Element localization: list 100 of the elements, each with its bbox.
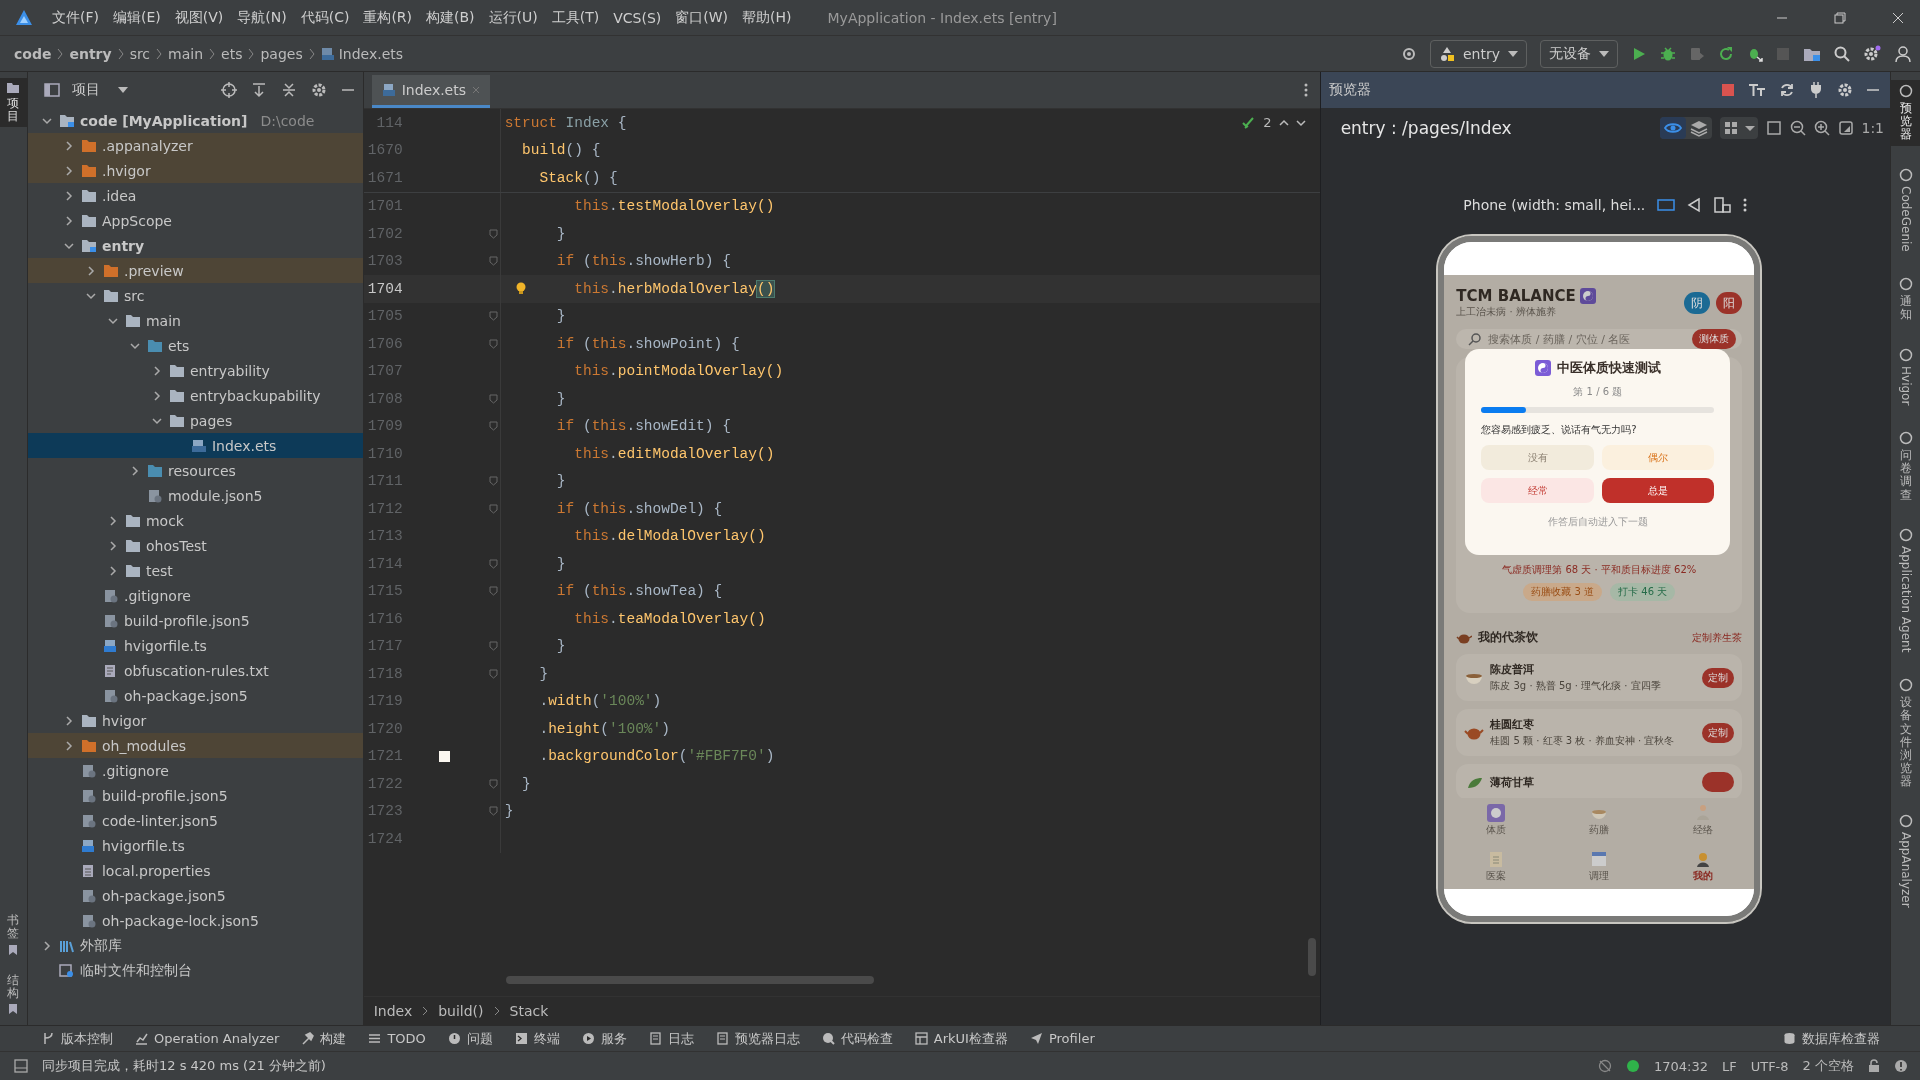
- test-button[interactable]: 测体质: [1692, 329, 1737, 349]
- tree-item[interactable]: hvigorfile.ts: [101, 837, 185, 854]
- tool-window-button[interactable]: Profiler: [1029, 1031, 1095, 1046]
- customize-tea-link[interactable]: 定制养生茶: [1692, 630, 1743, 645]
- expanded-chevron-icon[interactable]: [41, 115, 52, 126]
- search-icon[interactable]: [1834, 45, 1850, 62]
- scrollbar[interactable]: [1307, 938, 1316, 976]
- menu-item[interactable]: 窗口(W): [675, 8, 729, 27]
- breadcrumb-item[interactable]: ets: [221, 45, 243, 62]
- menu-item[interactable]: 运行(U): [488, 8, 538, 27]
- collapsed-chevron-icon[interactable]: [107, 540, 118, 551]
- tree-item[interactable]: oh-package.json5: [123, 687, 248, 704]
- tool-window-button[interactable]: 数据库检查器: [1783, 1029, 1920, 1048]
- check-icon[interactable]: [1242, 116, 1257, 129]
- target-icon[interactable]: [1400, 45, 1417, 62]
- tool-window-button[interactable]: 构建: [301, 1029, 347, 1048]
- font-size-icon[interactable]: [1748, 83, 1767, 97]
- collapsed-chevron-icon[interactable]: [151, 390, 162, 401]
- collapsed-chevron-icon[interactable]: [107, 515, 118, 526]
- customize-button[interactable]: [1702, 772, 1735, 792]
- alert-icon[interactable]: [1894, 1059, 1908, 1073]
- settings-icon[interactable]: [1863, 44, 1881, 63]
- tool-window-button[interactable]: 服务: [581, 1029, 627, 1048]
- tree-item[interactable]: oh_modules: [101, 737, 187, 754]
- tool-window-button[interactable]: 版本控制: [42, 1029, 113, 1048]
- crop-icon[interactable]: [1765, 120, 1782, 136]
- tool-window-button[interactable]: 结构: [0, 969, 27, 1019]
- breadcrumb-item[interactable]: Index.ets: [338, 45, 404, 62]
- collapsed-chevron-icon[interactable]: [63, 190, 74, 201]
- tree-item[interactable]: module.json5: [167, 487, 263, 504]
- back-icon[interactable]: [1687, 197, 1702, 213]
- mode-badge[interactable]: 阴: [1684, 292, 1711, 314]
- refresh-icon[interactable]: [1779, 82, 1796, 98]
- breadcrumb-item[interactable]: entry: [69, 45, 112, 62]
- tree-item[interactable]: src: [123, 287, 145, 304]
- tree-item[interactable]: code-linter.json5: [101, 812, 218, 829]
- zoom-in-icon[interactable]: [1813, 120, 1830, 136]
- menu-item[interactable]: 文件(F): [52, 8, 99, 27]
- tree-item[interactable]: ohosTest: [145, 537, 207, 554]
- collapsed-chevron-icon[interactable]: [63, 215, 74, 226]
- actual-size-button[interactable]: 1:1: [1861, 120, 1885, 136]
- tool-window-button[interactable]: 设备文件浏览器: [1891, 674, 1920, 793]
- tree-item[interactable]: entry: [101, 237, 145, 254]
- answer-button[interactable]: 没有: [1481, 445, 1594, 470]
- more-icon[interactable]: [1743, 198, 1748, 212]
- device-dropdown[interactable]: 无设备: [1540, 39, 1618, 68]
- expanded-chevron-icon[interactable]: [85, 290, 96, 301]
- tea-card[interactable]: 薄荷甘草: [1456, 764, 1743, 798]
- lock-icon[interactable]: [1868, 1059, 1880, 1073]
- reload-icon[interactable]: [1718, 45, 1734, 62]
- nav-tab[interactable]: 我的: [1692, 849, 1713, 883]
- module-dropdown[interactable]: entry: [1429, 39, 1527, 68]
- panel-toggle-icon[interactable]: [14, 1059, 28, 1073]
- tool-window-button[interactable]: 通知: [1891, 273, 1920, 326]
- tree-item[interactable]: .idea: [101, 187, 137, 204]
- breadcrumb-item[interactable]: Index: [373, 1003, 413, 1019]
- close-icon[interactable]: [1892, 11, 1904, 24]
- tea-card[interactable]: 桂圆红枣 桂圆 5 颗 · 红枣 3 枚 · 养血安神 · 宜秋冬 定制: [1456, 709, 1743, 756]
- editor-tab[interactable]: Index.ets: [371, 75, 490, 108]
- run-icon[interactable]: [1631, 45, 1647, 62]
- tool-window-button[interactable]: ArkUI检查器: [914, 1029, 1008, 1048]
- bug-icon[interactable]: [1660, 45, 1676, 62]
- search-field[interactable]: 搜索体质 / 药膳 / 穴位 / 名医 测体质: [1456, 329, 1743, 349]
- up-icon[interactable]: [1278, 118, 1289, 127]
- customize-button[interactable]: 定制: [1702, 667, 1735, 688]
- tool-window-button[interactable]: 书签: [0, 910, 27, 960]
- indent-setting[interactable]: 2 个空格: [1802, 1057, 1854, 1075]
- menu-item[interactable]: 工具(T): [551, 8, 600, 27]
- menu-item[interactable]: 代码(C): [300, 8, 350, 27]
- stop-icon[interactable]: [1721, 83, 1736, 97]
- tree-item[interactable]: 临时文件和控制台: [79, 961, 192, 980]
- tool-window-button[interactable]: 日志: [648, 1029, 694, 1048]
- project-view-dropdown[interactable]: 项目: [67, 79, 132, 101]
- expanded-chevron-icon[interactable]: [107, 315, 118, 326]
- tool-window-button[interactable]: CodeGenie: [1891, 163, 1920, 256]
- tablet-icon[interactable]: [1657, 198, 1676, 212]
- menu-item[interactable]: 视图(V): [174, 8, 224, 27]
- nav-tab[interactable]: 调理: [1589, 849, 1610, 883]
- nav-tab[interactable]: 经络: [1692, 804, 1713, 838]
- collapsed-chevron-icon[interactable]: [107, 565, 118, 576]
- tree-item[interactable]: mock: [145, 512, 184, 529]
- status-dot-icon[interactable]: [1625, 1059, 1640, 1073]
- tree-item[interactable]: hvigor: [101, 712, 147, 729]
- tree-item[interactable]: .appanalyzer: [101, 137, 193, 154]
- fit-icon[interactable]: [1837, 120, 1854, 136]
- down-icon[interactable]: [1295, 118, 1306, 127]
- user-icon[interactable]: [1894, 44, 1912, 63]
- tool-window-button[interactable]: 终端: [514, 1029, 560, 1048]
- expanded-chevron-icon[interactable]: [151, 415, 162, 426]
- tree-item[interactable]: test: [145, 562, 173, 579]
- tree-item[interactable]: main: [145, 312, 181, 329]
- eye-icon[interactable]: [1659, 117, 1686, 139]
- collapsed-chevron-icon[interactable]: [63, 140, 74, 151]
- collapsed-chevron-icon[interactable]: [63, 740, 74, 751]
- tool-window-button[interactable]: Application Agent: [1891, 523, 1920, 657]
- expand-all-icon[interactable]: [250, 82, 267, 98]
- more-icon[interactable]: [1303, 83, 1308, 97]
- status-message[interactable]: 同步项目完成，耗时12 s 420 ms (21 分钟之前): [42, 1057, 326, 1075]
- collapsed-chevron-icon[interactable]: [63, 715, 74, 726]
- menu-item[interactable]: 重构(R): [363, 8, 413, 27]
